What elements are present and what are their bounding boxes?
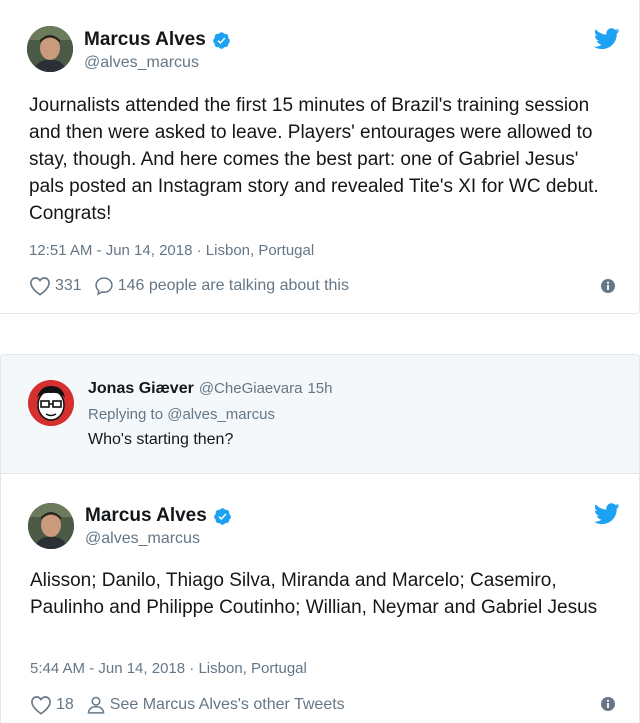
- verified-badge-icon: [212, 31, 230, 49]
- talking-text: 146 people are talking about this: [117, 277, 349, 294]
- tweet-actions: 18 See Marcus Alves's other Tweets: [30, 695, 357, 715]
- reply-text: Who's starting then?: [88, 431, 234, 448]
- speech-bubble-icon: [95, 277, 113, 296]
- verified-badge-icon: [213, 507, 231, 525]
- other-tweets-link[interactable]: See Marcus Alves's other Tweets: [86, 695, 345, 715]
- reply-author-name[interactable]: Jonas Giæver: [88, 380, 194, 398]
- location-link[interactable]: Lisbon, Portugal: [198, 660, 306, 677]
- tweet-text: Journalists attended the first 15 minute…: [29, 95, 599, 224]
- avatar[interactable]: [27, 26, 73, 72]
- author-handle[interactable]: @alves_marcus: [85, 530, 200, 548]
- tweet-meta: 12:51 AM - Jun 14, 2018 · Lisbon, Portug…: [29, 242, 314, 259]
- reply-avatar[interactable]: [28, 380, 74, 426]
- author-name-row: Marcus Alves: [84, 29, 231, 51]
- reply-name-row: Jonas Giæver @CheGiaevara 15h: [88, 380, 332, 398]
- like-action[interactable]: 18: [30, 695, 74, 715]
- info-icon[interactable]: [601, 697, 615, 711]
- timestamp-link[interactable]: 5:44 AM - Jun 14, 2018: [30, 660, 185, 677]
- talking-action[interactable]: 146 people are talking about this: [94, 276, 349, 296]
- meta-separator: ·: [189, 660, 195, 677]
- author-name-row: Marcus Alves: [85, 505, 232, 527]
- tweet-meta: 5:44 AM - Jun 14, 2018 · Lisbon, Portuga…: [30, 660, 307, 677]
- embedded-tweet-1: Marcus Alves @alves_marcus Journalists a…: [0, 0, 640, 314]
- reply-author-handle[interactable]: @CheGiaevara: [199, 380, 303, 397]
- like-count: 18: [56, 696, 74, 713]
- info-icon[interactable]: [601, 279, 615, 293]
- location-link[interactable]: Lisbon, Portugal: [206, 242, 314, 259]
- author-name[interactable]: Marcus Alves: [84, 29, 206, 51]
- other-tweets-text: See Marcus Alves's other Tweets: [109, 696, 345, 713]
- heart-icon: [31, 696, 51, 715]
- like-count: 331: [55, 277, 82, 294]
- author-name[interactable]: Marcus Alves: [85, 505, 207, 527]
- like-action[interactable]: 331: [29, 276, 82, 296]
- reply-context[interactable]: Jonas Giæver @CheGiaevara 15h Replying t…: [1, 355, 639, 474]
- tweet-text: Alisson; Danilo, Thiago Silva, Miranda a…: [30, 570, 598, 618]
- tweet-actions: 331 146 people are talking about this: [29, 276, 361, 296]
- author-handle[interactable]: @alves_marcus: [84, 54, 199, 72]
- card-gap: [0, 314, 640, 354]
- meta-separator: ·: [196, 242, 202, 259]
- embedded-tweet-2: Jonas Giæver @CheGiaevara 15h Replying t…: [0, 354, 640, 723]
- replying-to[interactable]: Replying to @alves_marcus: [88, 406, 275, 423]
- heart-icon: [30, 277, 50, 296]
- twitter-bird-icon[interactable]: [594, 503, 620, 525]
- timestamp-link[interactable]: 12:51 AM - Jun 14, 2018: [29, 242, 192, 259]
- avatar[interactable]: [28, 503, 74, 549]
- reply-time[interactable]: 15h: [307, 380, 332, 397]
- person-icon: [87, 696, 105, 714]
- twitter-bird-icon[interactable]: [594, 28, 620, 50]
